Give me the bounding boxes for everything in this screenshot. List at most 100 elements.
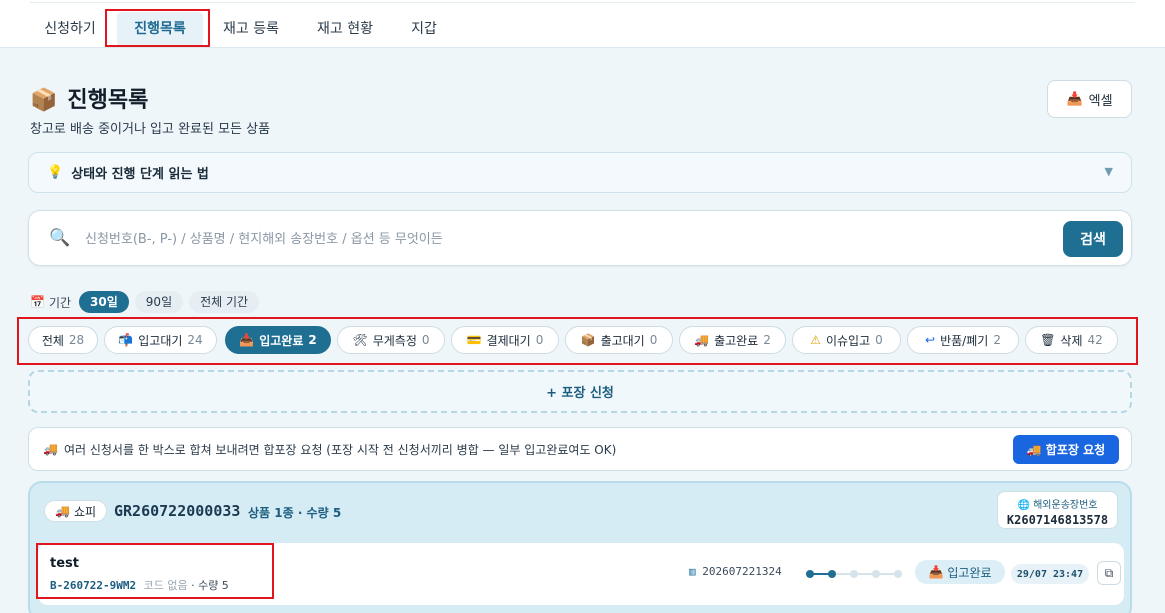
tab-apply[interactable]: 신청하기 bbox=[30, 12, 110, 46]
order-number: ▥ 202607221324 bbox=[689, 565, 782, 578]
top-nav: 신청하기 진행목록 재고 등록 재고 현황 지갑 bbox=[0, 0, 1165, 48]
status-chip-label: 반품/폐기 bbox=[940, 333, 989, 348]
page-title: 📦 진행목록 bbox=[30, 88, 149, 113]
add-pack-button[interactable]: + 포장 신청 bbox=[28, 370, 1132, 413]
progress-dot bbox=[828, 570, 836, 578]
status-chip-weighing[interactable]: 🛠 무게측정 0 bbox=[337, 326, 445, 354]
status-chip-count: 28 bbox=[68, 333, 85, 347]
status-chip-return-disposal[interactable]: ↩ 반품/폐기 2 bbox=[907, 326, 1019, 354]
tools-icon: 🛠 bbox=[352, 333, 368, 347]
credit-card-icon: 💳 bbox=[466, 333, 482, 347]
progress-dot bbox=[894, 570, 902, 578]
progress-dot bbox=[850, 570, 858, 578]
period-filter: 📅 기간 30일 90일 전체 기간 bbox=[30, 291, 265, 313]
inbox-icon: 📥 bbox=[239, 333, 255, 347]
shop-label: 쇼피 bbox=[73, 504, 97, 519]
status-chip-count: 2 bbox=[763, 333, 771, 347]
package-icon: 📦 bbox=[580, 333, 596, 347]
status-chip-count: 0 bbox=[875, 333, 883, 347]
mailbox-icon: 📬 bbox=[118, 333, 134, 347]
item-no-code: 코드 없음 bbox=[143, 579, 188, 592]
trash-icon: 🗑 bbox=[1040, 333, 1056, 347]
period-90d[interactable]: 90일 bbox=[134, 291, 184, 313]
search-icon: 🔍 bbox=[49, 228, 71, 248]
tracking-number[interactable]: K2607146813578 bbox=[998, 513, 1117, 527]
truck-icon: 🚚 bbox=[55, 504, 70, 518]
copy-button[interactable]: ⧉ bbox=[1097, 561, 1121, 585]
excel-button-label: 엑셀 bbox=[1088, 93, 1113, 109]
shop-badge: 🚚 쇼피 bbox=[44, 500, 108, 522]
status-chip-shipped[interactable]: 🚚 출고완료 2 bbox=[679, 326, 786, 354]
status-chip-count: 0 bbox=[535, 333, 544, 347]
progress-dot bbox=[872, 570, 880, 578]
tab-stock-register[interactable]: 재고 등록 bbox=[208, 12, 294, 46]
item-name: test bbox=[50, 556, 79, 571]
tab-wallet[interactable]: 지갑 bbox=[396, 12, 452, 46]
guide-label: 상태와 진행 단계 읽는 법 bbox=[71, 167, 209, 182]
status-chip-count: 0 bbox=[649, 333, 658, 347]
period-all[interactable]: 전체 기간 bbox=[189, 291, 260, 313]
period-label: 기간 bbox=[48, 295, 72, 310]
status-chip-label: 입고대기 bbox=[138, 333, 183, 348]
item-qty: · 수량 5 bbox=[191, 579, 229, 592]
item-sub: B-260722-9WM2 코드 없음 · 수량 5 bbox=[50, 577, 229, 593]
status-chip-label: 출고완료 bbox=[714, 333, 759, 348]
tracking-label: 해외운송장번호 bbox=[1033, 500, 1098, 511]
truck-icon: 🚚 bbox=[694, 333, 710, 347]
date-badge: 29/07 23:47 bbox=[1011, 564, 1089, 584]
status-chip-issue-arrival[interactable]: ⚠ 이슈입고 0 bbox=[792, 326, 901, 354]
search-button[interactable]: 검색 bbox=[1063, 221, 1123, 257]
merge-pack-bar: 🚚 여러 신청서를 한 박스로 합쳐 보내려면 합포장 요청 (포장 시작 전 … bbox=[28, 427, 1132, 471]
tracking-badge: 🌐 해외운송장번호 K2607146813578 bbox=[997, 491, 1118, 529]
group-meta: 상품 1종 · 수량 5 bbox=[248, 506, 342, 520]
item-code: B-260722-9WM2 bbox=[50, 579, 137, 592]
globe-icon: 🌐 bbox=[1017, 500, 1030, 511]
truck-icon: 🚚 bbox=[43, 442, 58, 456]
status-chip-count: 2 bbox=[308, 333, 317, 347]
status-chip-count: 42 bbox=[1087, 333, 1103, 347]
package-icon: 📦 bbox=[30, 88, 58, 113]
copy-icon: ⧉ bbox=[1104, 565, 1114, 580]
status-guide-accordion[interactable]: 💡 상태와 진행 단계 읽는 법 ▼ bbox=[28, 152, 1132, 193]
stage-label: 입고완료 bbox=[947, 565, 992, 580]
tab-progress-list[interactable]: 진행목록 bbox=[117, 12, 203, 46]
tab-stock-status[interactable]: 재고 현황 bbox=[302, 12, 388, 46]
order-group-card: 🚚 쇼피 GR260722000033 상품 1종 · 수량 5 🌐 해외운송장… bbox=[28, 481, 1132, 613]
lightbulb-icon: 💡 bbox=[47, 165, 64, 180]
status-chip-count: 2 bbox=[993, 333, 1001, 347]
status-chip-awaiting-arrival[interactable]: 📬 입고대기 24 bbox=[104, 326, 217, 354]
page-subtitle: 창고로 배송 중이거나 입고 완료된 모든 상품 bbox=[30, 122, 271, 137]
status-chip-label: 이슈입고 bbox=[825, 333, 871, 348]
status-chip-all[interactable]: 전체 28 bbox=[28, 326, 98, 354]
excel-button[interactable]: 📥 엑셀 bbox=[1047, 80, 1132, 118]
inbox-icon: 📥 bbox=[928, 565, 944, 579]
group-number[interactable]: GR260722000033 bbox=[114, 502, 240, 520]
search-input[interactable] bbox=[85, 225, 1045, 253]
status-chip-count: 0 bbox=[421, 333, 430, 347]
stage-progress bbox=[806, 569, 902, 579]
period-30d[interactable]: 30일 bbox=[79, 291, 129, 313]
status-chip-deleted[interactable]: 🗑 삭제 42 bbox=[1025, 326, 1118, 354]
stage-badge: 📥 입고완료 bbox=[915, 560, 1005, 584]
status-chip-awaiting-shipment[interactable]: 📦 출고대기 0 bbox=[565, 326, 673, 354]
status-chip-awaiting-payment[interactable]: 💳 결제대기 0 bbox=[451, 326, 559, 354]
chevron-down-icon: ▼ bbox=[1104, 165, 1113, 178]
status-chip-label: 무게측정 bbox=[372, 333, 417, 348]
item-row[interactable]: test B-260722-9WM2 코드 없음 · 수량 5 ▥ 202607… bbox=[38, 543, 1124, 605]
merge-pack-text: 여러 신청서를 한 박스로 합쳐 보내려면 합포장 요청 (포장 시작 전 신청… bbox=[63, 442, 617, 457]
barcode-icon: ▥ bbox=[689, 565, 696, 578]
calendar-icon: 📅 bbox=[30, 295, 45, 309]
return-arrow-icon: ↩ bbox=[925, 333, 936, 347]
download-tray-icon: 📥 bbox=[1066, 91, 1083, 107]
status-chip-label: 삭제 bbox=[1060, 333, 1083, 348]
status-chip-label: 출고대기 bbox=[600, 333, 645, 348]
status-chip-label: 결제대기 bbox=[486, 333, 531, 348]
progress-dot bbox=[806, 570, 814, 578]
status-chip-arrived[interactable]: 📥 입고완료 2 bbox=[225, 326, 331, 354]
status-chip-label: 입고완료 bbox=[259, 333, 304, 348]
merge-pack-button[interactable]: 🚚 합포장 요청 bbox=[1013, 435, 1119, 464]
truck-icon: 🚚 bbox=[1026, 442, 1042, 457]
status-chip-count: 24 bbox=[187, 333, 203, 347]
topbar-divider bbox=[30, 2, 1135, 3]
order-number-text: 202607221324 bbox=[702, 565, 782, 578]
